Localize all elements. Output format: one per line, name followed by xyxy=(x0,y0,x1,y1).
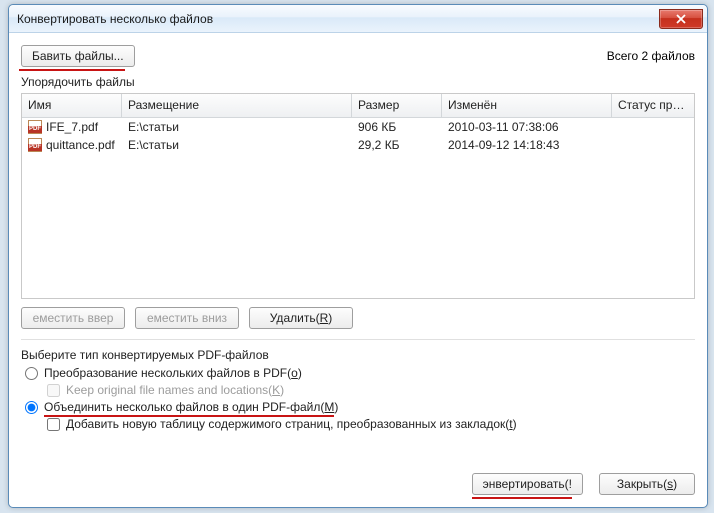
close-icon xyxy=(675,14,687,24)
cell-name: IFE_7.pdf xyxy=(46,120,98,134)
grid-header: Имя Размещение Размер Изменён Статус пре… xyxy=(22,94,694,118)
pdf-icon xyxy=(28,120,42,134)
files-grid: Имя Размещение Размер Изменён Статус пре… xyxy=(21,93,695,299)
dialog-window: Конвертировать несколько файлов Бавить ф… xyxy=(8,4,708,508)
cell-location: E:\статьи xyxy=(122,138,352,152)
check-add-toc[interactable]: Добавить новую таблицу содержимого стран… xyxy=(47,417,695,431)
radio-convert-many-input[interactable] xyxy=(25,367,38,380)
col-status[interactable]: Статус преоб... xyxy=(612,94,692,117)
title-bar: Конвертировать несколько файлов xyxy=(9,5,707,33)
window-title: Конвертировать несколько файлов xyxy=(17,12,213,26)
cell-location: E:\статьи xyxy=(122,120,352,134)
radio-merge[interactable]: Объединить несколько файлов в один PDF-ф… xyxy=(25,400,695,414)
top-row: Бавить файлы... Всего 2 файлов xyxy=(21,43,695,69)
options-title: Выберите тип конвертируемых PDF-файлов xyxy=(21,348,695,362)
table-row[interactable]: IFE_7.pdf E:\статьи 906 КБ 2010-03-11 07… xyxy=(22,118,694,136)
move-up-button[interactable]: еместить ввер xyxy=(21,307,125,329)
check-keep-names-input xyxy=(47,384,60,397)
close-button[interactable]: Закрыть(s) xyxy=(599,473,695,495)
dialog-footer: энвертировать(! Закрыть(s) xyxy=(21,459,695,495)
pdf-icon xyxy=(28,138,42,152)
grid-actions: еместить ввер еместить вниз Удалить(R) xyxy=(21,307,695,329)
add-files-button[interactable]: Бавить файлы... xyxy=(21,45,135,67)
arrange-files-label: Упорядочить файлы xyxy=(21,75,695,89)
options-group: Выберите тип конвертируемых PDF-файлов П… xyxy=(21,348,695,434)
check-keep-names: Keep original file names and locations(K… xyxy=(47,383,695,397)
total-files-label: Всего 2 файлов xyxy=(607,49,695,63)
cell-modified: 2010-03-11 07:38:06 xyxy=(442,120,612,134)
annotation-underline xyxy=(19,69,125,71)
window-close-button[interactable] xyxy=(659,9,703,29)
move-down-button[interactable]: еместить вниз xyxy=(135,307,239,329)
annotation-underline xyxy=(44,415,334,417)
cell-name: quittance.pdf xyxy=(46,138,115,152)
col-size[interactable]: Размер xyxy=(352,94,442,117)
cell-size: 906 КБ xyxy=(352,120,442,134)
client-area: Бавить файлы... Всего 2 файлов Упорядочи… xyxy=(9,33,707,507)
table-row[interactable]: quittance.pdf E:\статьи 29,2 КБ 2014-09-… xyxy=(22,136,694,154)
col-modified[interactable]: Изменён xyxy=(442,94,612,117)
separator xyxy=(21,339,695,340)
convert-button[interactable]: энвертировать(! xyxy=(472,473,583,495)
radio-convert-many[interactable]: Преобразование нескольких файлов в PDF(o… xyxy=(25,366,695,380)
cell-size: 29,2 КБ xyxy=(352,138,442,152)
annotation-underline xyxy=(472,497,572,499)
check-add-toc-input[interactable] xyxy=(47,418,60,431)
cell-modified: 2014-09-12 14:18:43 xyxy=(442,138,612,152)
col-location[interactable]: Размещение xyxy=(122,94,352,117)
grid-body[interactable]: IFE_7.pdf E:\статьи 906 КБ 2010-03-11 07… xyxy=(22,118,694,298)
radio-merge-input[interactable] xyxy=(25,401,38,414)
delete-button[interactable]: Удалить(R) xyxy=(249,307,353,329)
col-name[interactable]: Имя xyxy=(22,94,122,117)
